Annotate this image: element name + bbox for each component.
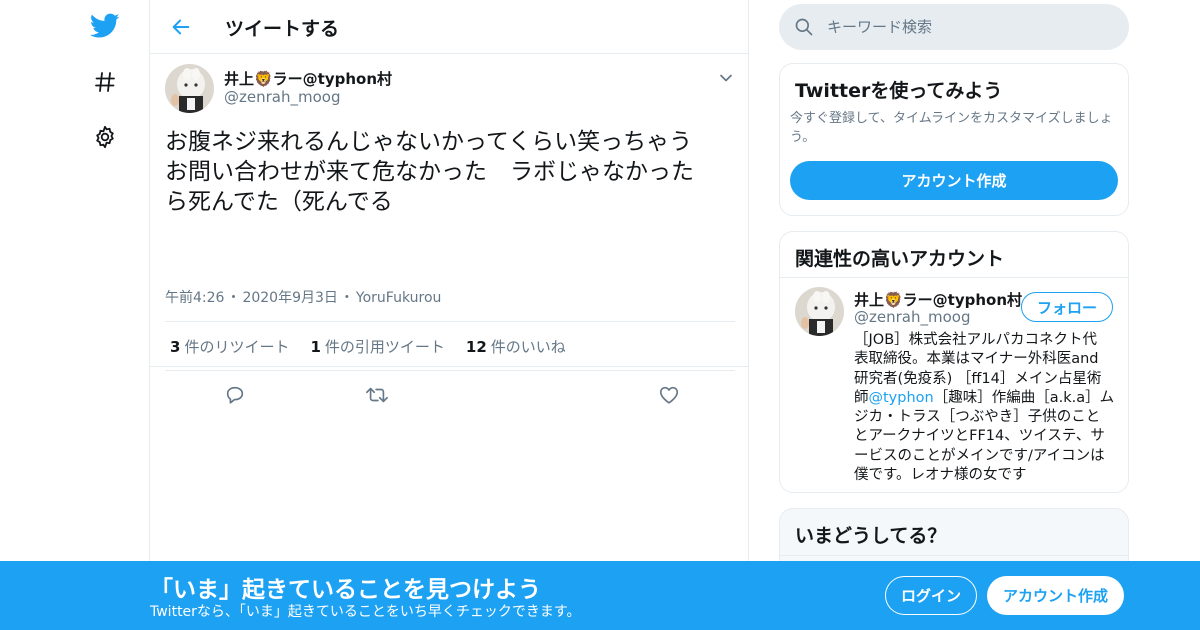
main-column: ツイートする 井上🦁ラー@typhon村 @zenrah_moog お腹ネジ来れ… xyxy=(149,0,820,630)
bio-line: ［JOB］株式会社アルパカコネクト代 xyxy=(854,331,1116,350)
retweet-count-value: 3 xyxy=(170,337,181,356)
related-card-title: 関連性の高いアカウント xyxy=(795,248,1005,270)
search-icon xyxy=(794,17,814,37)
tweet-stats: 3 件のリツイート 1 件の引用ツイート 12 件のいいね xyxy=(165,321,735,371)
bio-text: ービスのことがメインです/アイコンは xyxy=(854,447,1105,464)
login-button[interactable]: ログイン xyxy=(885,576,977,615)
arrow-left-icon xyxy=(172,19,190,35)
page-title: ツイートする xyxy=(225,18,340,40)
main-header: ツイートする xyxy=(150,0,748,54)
related-account-name[interactable]: 井上🦁ラー@typhon村 xyxy=(854,289,1022,310)
create-account-button[interactable]: アカウント作成 xyxy=(790,161,1118,200)
divider xyxy=(780,277,1128,278)
author-handle[interactable]: @zenrah_moog xyxy=(224,88,340,106)
related-account-handle[interactable]: @zenrah_moog xyxy=(854,308,970,326)
bio-text: とアークナイツとFF14、ツイステ、サ xyxy=(854,428,1105,445)
bio-text: 僕です。レオナ様の女です xyxy=(854,467,1027,484)
bio-text: ［趣味］作編曲［a.k.a］ム xyxy=(933,389,1115,406)
trends-card-title: いまどうしてる？ xyxy=(795,525,947,547)
chevron-down-icon[interactable] xyxy=(716,68,736,88)
gear-icon[interactable] xyxy=(85,117,125,157)
bio-line: 研究者(免疫系) ［ff14］メイン占星術 xyxy=(854,370,1116,389)
tweet-date[interactable]: 2020年9月3日 xyxy=(242,290,337,306)
related-account-bio: ［JOB］株式会社アルパカコネクト代 表取締役。本業はマイナー外科医and 研究… xyxy=(854,331,1116,485)
related-accounts-card: 関連性の高いアカウント 井上🦁ラー@typhon村 @zenrah_moog フ… xyxy=(779,231,1129,493)
like-count[interactable]: 12 件のいいね xyxy=(466,336,566,357)
left-navigation xyxy=(0,0,150,630)
meta-separator: ・ xyxy=(339,290,354,306)
tweet-detail: 井上🦁ラー@typhon村 @zenrah_moog お腹ネジ来れるんじゃないか… xyxy=(150,54,820,405)
bio-line: ービスのことがメインです/アイコンは xyxy=(854,447,1116,466)
tweet-time[interactable]: 午前4:26 xyxy=(165,290,224,306)
bio-text: 表取締役。本業はマイナー外科医and xyxy=(854,351,1099,368)
like-count-value: 12 xyxy=(465,337,487,356)
quote-count[interactable]: 1 件の引用ツイート xyxy=(310,336,444,357)
quote-count-label: 件の引用ツイート xyxy=(324,337,445,356)
bio-line: 師@typhon［趣味］作編曲［a.k.a］ム xyxy=(854,389,1116,408)
retweet-count-label: 件のリツイート xyxy=(184,337,290,356)
heart-icon[interactable] xyxy=(658,384,682,408)
back-button[interactable] xyxy=(166,12,196,42)
bio-line: とアークナイツとFF14、ツイステ、サ xyxy=(854,427,1116,446)
tweet-text-line: お腹ネジ来れるんじゃないかってくらい笑っちゃう xyxy=(165,129,693,155)
like-count-label: 件のいいね xyxy=(490,337,566,356)
author-name[interactable]: 井上🦁ラー@typhon村 xyxy=(224,68,392,89)
banner-create-account-button[interactable]: アカウント作成 xyxy=(987,576,1124,615)
reply-icon[interactable] xyxy=(224,384,248,408)
bio-line: 表取締役。本業はマイナー外科医and xyxy=(854,350,1116,369)
twitter-bird-icon[interactable] xyxy=(85,6,125,46)
tweet-text: お腹ネジ来れるんじゃないかってくらい笑っちゃう お問い合わせが来て危なかった ラ… xyxy=(165,127,735,217)
avatar[interactable] xyxy=(165,64,214,113)
search-input[interactable] xyxy=(827,4,1107,50)
avatar[interactable] xyxy=(795,287,844,336)
bio-text: 研究者(免疫系) ［ff14］メイン占星術 xyxy=(854,370,1102,387)
signup-banner: 「いま」起きていることを見つけよう Twitterなら、「いま」起きていることを… xyxy=(0,561,1200,630)
retweet-count[interactable]: 3 件のリツイート xyxy=(170,336,289,357)
bio-mention-link[interactable]: @typhon xyxy=(869,390,934,406)
quote-count-value: 1 xyxy=(310,337,321,356)
tweet-text-line: お問い合わせが来て危なかった ラボじゃなかった xyxy=(165,159,694,185)
bio-line: ジカ・トラス［つぶやき］子供のこと xyxy=(854,408,1116,427)
signup-card: Twitterを使ってみよう 今すぐ登録して、タイムラインをカスタマイズしましょ… xyxy=(779,63,1129,216)
hashtag-icon[interactable] xyxy=(85,62,125,102)
signup-card-title: Twitterを使ってみよう xyxy=(795,80,1003,102)
retweet-icon[interactable] xyxy=(365,384,389,408)
bio-text: ［JOB］株式会社アルパカコネクト代 xyxy=(854,332,1097,348)
bio-text: 師 xyxy=(854,389,869,406)
tweet-source[interactable]: YoruFukurou xyxy=(356,290,441,306)
tweet-actions xyxy=(165,372,820,420)
tweet-text-line: ら死んでた（死んでる xyxy=(165,189,393,215)
bio-line: 僕です。レオナ様の女です xyxy=(854,466,1116,485)
meta-separator: ・ xyxy=(226,290,241,306)
follow-button[interactable]: フォロー xyxy=(1021,292,1113,322)
tweet-meta: 午前4:26 ・ 2020年9月3日・ YoruFukurou xyxy=(165,287,443,307)
banner-subtitle: Twitterなら、「いま」起きていることをいち早くチェックできます。 xyxy=(150,604,581,620)
banner-title: 「いま」起きていることを見つけよう xyxy=(150,577,541,603)
signup-card-description: 今すぐ登録して、タイムラインをカスタマイズしましょう。 xyxy=(790,111,1113,145)
bio-text: ジカ・トラス［つぶやき］子供のこと xyxy=(854,409,1101,426)
divider xyxy=(780,555,1128,556)
search-bar xyxy=(779,4,1129,50)
